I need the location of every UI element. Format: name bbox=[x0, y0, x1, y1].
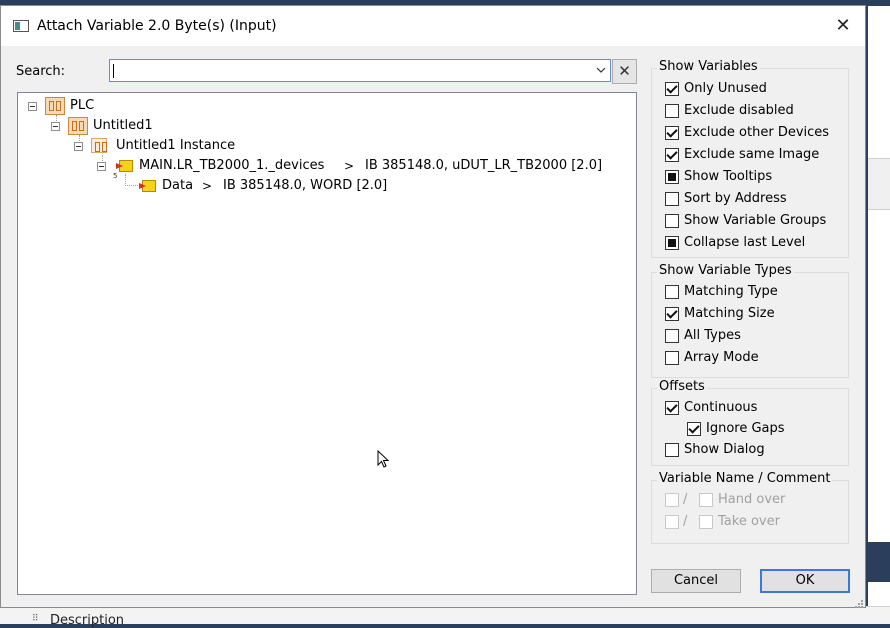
show-variable-types-title: Show Variable Types bbox=[657, 263, 794, 278]
background-app-edge bbox=[868, 0, 890, 623]
checkbox-box[interactable] bbox=[665, 307, 679, 321]
checkbox-box[interactable] bbox=[665, 443, 679, 457]
tree-connector bbox=[125, 185, 140, 186]
separator-label: / bbox=[683, 492, 688, 507]
plc-icon bbox=[45, 97, 65, 115]
tree-node-info: IB 385148.0, WORD [2.0] bbox=[223, 178, 388, 193]
input-variable-icon bbox=[116, 160, 133, 172]
checkbox-box[interactable] bbox=[665, 285, 679, 299]
close-button[interactable]: ✕ bbox=[831, 14, 855, 38]
checkbox-box[interactable] bbox=[665, 329, 679, 343]
collapse-toggle-icon[interactable] bbox=[97, 162, 106, 171]
chevron-down-icon[interactable] bbox=[596, 65, 606, 75]
checkbox-label: Show Dialog bbox=[684, 442, 765, 457]
dialog-title: Attach Variable 2.0 Byte(s) (Input) bbox=[37, 18, 277, 34]
description-tab[interactable]: Description bbox=[50, 613, 124, 628]
tree-node-arrow: > bbox=[202, 179, 213, 193]
tree-node-arrow: > bbox=[344, 159, 355, 173]
checkbox-box[interactable] bbox=[665, 401, 679, 415]
variable-tree[interactable]: PLC Untitled1 Untitled1 Instance 5 MAIN.… bbox=[17, 92, 637, 595]
checkbox-label: Matching Size bbox=[684, 306, 775, 321]
checkbox-box[interactable] bbox=[687, 422, 701, 436]
resize-grip-icon[interactable] bbox=[854, 599, 864, 609]
checkbox-box[interactable] bbox=[665, 351, 679, 365]
search-input[interactable] bbox=[109, 59, 611, 82]
checkbox-box bbox=[665, 515, 679, 529]
collapse-toggle-icon[interactable] bbox=[74, 142, 83, 151]
offsets-title: Offsets bbox=[657, 379, 707, 394]
checkbox-box[interactable] bbox=[665, 192, 679, 206]
checkbox-label: Sort by Address bbox=[684, 191, 787, 206]
checkbox-label: Ignore Gaps bbox=[706, 421, 785, 436]
checkbox-box[interactable] bbox=[665, 126, 679, 140]
checkbox-label: Exclude disabled bbox=[684, 103, 794, 118]
search-label: Search: bbox=[16, 64, 66, 79]
checkbox-label: All Types bbox=[684, 328, 741, 343]
tree-node-label: PLC bbox=[70, 98, 95, 113]
checkbox-label: Array Mode bbox=[684, 350, 759, 365]
checkbox-label: Show Tooltips bbox=[684, 169, 773, 184]
background-app-panel bbox=[868, 158, 890, 210]
attach-variable-dialog: Attach Variable 2.0 Byte(s) (Input) ✕ Se… bbox=[0, 5, 866, 608]
background-app-bar-lower bbox=[868, 542, 890, 582]
checkbox-label: Take over bbox=[718, 514, 780, 529]
show-variables-title: Show Variables bbox=[657, 59, 760, 74]
checkbox-box[interactable] bbox=[665, 170, 679, 184]
checkbox-box[interactable] bbox=[665, 82, 679, 96]
tree-node-label: Untitled1 Instance bbox=[116, 138, 236, 153]
checkbox-label: Exclude same Image bbox=[684, 147, 820, 162]
variable-badge: 5 bbox=[113, 172, 118, 180]
tree-node-label: MAIN.LR_TB2000_1._devices bbox=[139, 158, 325, 173]
separator-label: / bbox=[683, 514, 688, 529]
text-caret bbox=[113, 64, 114, 78]
collapse-toggle-icon[interactable] bbox=[51, 122, 60, 131]
plc-instance-icon bbox=[91, 138, 107, 153]
checkbox-box[interactable] bbox=[665, 104, 679, 118]
checkbox-label: Only Unused bbox=[684, 81, 767, 96]
checkbox-box bbox=[665, 493, 679, 507]
tree-node-label: Untitled1 bbox=[93, 118, 153, 133]
checkbox-label: Show Variable Groups bbox=[684, 213, 827, 228]
background-app-footer: ⠿ Description bbox=[0, 606, 890, 628]
cancel-button[interactable]: Cancel bbox=[651, 569, 741, 593]
plc-project-icon bbox=[68, 117, 88, 135]
checkbox-label: Continuous bbox=[684, 400, 758, 415]
checkbox-label: Exclude other Devices bbox=[684, 125, 830, 140]
mouse-cursor-icon bbox=[377, 450, 389, 468]
ok-button[interactable]: OK bbox=[760, 569, 850, 593]
checkbox-box bbox=[699, 493, 713, 507]
window-icon bbox=[13, 20, 29, 32]
checkbox-label: Hand over bbox=[718, 492, 786, 507]
checkbox-label: Collapse last Level bbox=[684, 235, 806, 250]
checkbox-box[interactable] bbox=[665, 236, 679, 250]
collapse-toggle-icon[interactable] bbox=[28, 102, 37, 111]
checkbox-box bbox=[699, 515, 713, 529]
variable-name-comment-group bbox=[651, 480, 849, 544]
tree-node-info: IB 385148.0, uDUT_LR_TB2000 [2.0] bbox=[365, 158, 603, 173]
checkbox-box[interactable] bbox=[665, 214, 679, 228]
checkbox-label: Matching Type bbox=[684, 284, 778, 299]
background-app-bar bbox=[868, 0, 890, 6]
tree-node-label: Data bbox=[162, 178, 194, 193]
input-variable-icon bbox=[139, 180, 156, 192]
variable-name-comment-title: Variable Name / Comment bbox=[657, 471, 833, 486]
dialog-titlebar: Attach Variable 2.0 Byte(s) (Input) ✕ bbox=[1, 6, 865, 46]
checkbox-box[interactable] bbox=[665, 148, 679, 162]
clear-search-button[interactable]: ✕ bbox=[612, 59, 637, 84]
